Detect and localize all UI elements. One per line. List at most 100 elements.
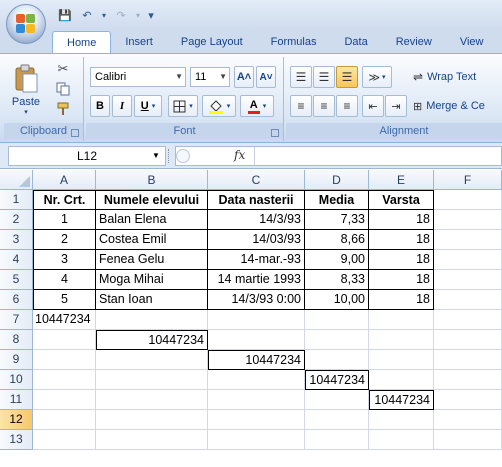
office-button[interactable]	[6, 4, 46, 44]
column-header-f[interactable]: F	[434, 170, 502, 190]
cell-f11[interactable]	[434, 390, 502, 410]
cell-c12[interactable]	[208, 410, 305, 430]
cell-e6[interactable]: 18	[369, 290, 434, 310]
row-header-10[interactable]: 10	[0, 370, 33, 390]
cell-e2[interactable]: 18	[369, 210, 434, 230]
merge-center-button[interactable]: ⊞ Merge & Ce	[412, 95, 502, 117]
cell-c7[interactable]	[208, 310, 305, 330]
cell-e8[interactable]	[369, 330, 434, 350]
cell-e5[interactable]: 18	[369, 270, 434, 290]
cell-c4[interactable]: 14-mar.-93	[208, 250, 305, 270]
cell-f12[interactable]	[434, 410, 502, 430]
row-header-13[interactable]: 13	[0, 430, 33, 450]
cell-a10[interactable]	[33, 370, 96, 390]
row-header-2[interactable]: 2	[0, 210, 33, 230]
cell-c3[interactable]: 14/03/93	[208, 230, 305, 250]
copy-button[interactable]	[52, 79, 74, 99]
cell-b4[interactable]: Fenea Gelu	[96, 250, 208, 270]
grow-font-button[interactable]: A˄	[234, 66, 254, 88]
cell-d11[interactable]	[305, 390, 369, 410]
cell-e13[interactable]	[369, 430, 434, 450]
column-header-d[interactable]: D	[305, 170, 369, 190]
row-header-7[interactable]: 7	[0, 310, 33, 330]
cell-a4[interactable]: 3	[33, 250, 96, 270]
column-header-b[interactable]: B	[96, 170, 208, 190]
cell-c11[interactable]	[208, 390, 305, 410]
cell-d1[interactable]: Media	[305, 190, 369, 210]
cell-f1[interactable]	[434, 190, 502, 210]
cell-b12[interactable]	[96, 410, 208, 430]
cell-a3[interactable]: 2	[33, 230, 96, 250]
cell-f8[interactable]	[434, 330, 502, 350]
cell-a11[interactable]	[33, 390, 96, 410]
cell-b7[interactable]	[96, 310, 208, 330]
cell-f9[interactable]	[434, 350, 502, 370]
redo-icon[interactable]: ↷	[112, 7, 130, 23]
tab-formulas[interactable]: Formulas	[257, 31, 331, 53]
cell-b11[interactable]	[96, 390, 208, 410]
align-left-button[interactable]: ≡	[290, 95, 312, 117]
cell-e10[interactable]	[369, 370, 434, 390]
cell-a6[interactable]: 5	[33, 290, 96, 310]
cell-f3[interactable]	[434, 230, 502, 250]
tab-insert[interactable]: Insert	[111, 31, 167, 53]
borders-button[interactable]: ▾	[168, 95, 198, 117]
row-header-11[interactable]: 11	[0, 390, 33, 410]
row-header-6[interactable]: 6	[0, 290, 33, 310]
cell-a8[interactable]	[33, 330, 96, 350]
cell-b5[interactable]: Moga Mihai	[96, 270, 208, 290]
clipboard-launcher-icon[interactable]	[71, 129, 79, 137]
cell-b13[interactable]	[96, 430, 208, 450]
cell-d9[interactable]	[305, 350, 369, 370]
cell-e11[interactable]: 10447234	[369, 390, 434, 410]
save-icon[interactable]: 💾	[56, 7, 74, 23]
font-color-button[interactable]: A ▾	[240, 95, 274, 117]
cell-c2[interactable]: 14/3/93	[208, 210, 305, 230]
row-header-5[interactable]: 5	[0, 270, 33, 290]
cell-f4[interactable]	[434, 250, 502, 270]
cell-f7[interactable]	[434, 310, 502, 330]
name-box-dropdown-icon[interactable]: ▼	[152, 146, 164, 166]
wrap-text-button[interactable]: ⇌ Wrap Text	[412, 66, 502, 88]
cell-c8[interactable]	[208, 330, 305, 350]
cell-d7[interactable]	[305, 310, 369, 330]
row-header-3[interactable]: 3	[0, 230, 33, 250]
underline-button[interactable]: U ▾	[134, 95, 162, 117]
row-header-4[interactable]: 4	[0, 250, 33, 270]
cell-d2[interactable]: 7,33	[305, 210, 369, 230]
cell-e7[interactable]	[369, 310, 434, 330]
cell-c13[interactable]	[208, 430, 305, 450]
row-header-12[interactable]: 12	[0, 410, 33, 430]
column-header-e[interactable]: E	[369, 170, 434, 190]
cell-d10[interactable]: 10447234	[305, 370, 369, 390]
cell-e4[interactable]: 18	[369, 250, 434, 270]
redo-dropdown-icon[interactable]: ▾	[134, 7, 142, 23]
cell-a7[interactable]: 10447234	[33, 310, 96, 330]
align-bottom-button[interactable]: ☰	[336, 66, 358, 88]
cell-d3[interactable]: 8,66	[305, 230, 369, 250]
cell-e1[interactable]: Varsta	[369, 190, 434, 210]
italic-button[interactable]: I	[112, 95, 132, 117]
cell-a5[interactable]: 4	[33, 270, 96, 290]
font-size-combo[interactable]: 11 ▼	[190, 67, 230, 87]
cell-c9[interactable]: 10447234	[208, 350, 305, 370]
cell-c5[interactable]: 14 martie 1993	[208, 270, 305, 290]
font-name-combo[interactable]: Calibri ▼	[90, 67, 186, 87]
customize-qat-icon[interactable]: ▾	[146, 7, 156, 23]
bold-button[interactable]: B	[90, 95, 110, 117]
fill-color-button[interactable]: ▾	[202, 95, 236, 117]
cell-b3[interactable]: Costea Emil	[96, 230, 208, 250]
orientation-button[interactable]: ≫ ▾	[362, 66, 392, 88]
align-top-button[interactable]: ☰	[290, 66, 312, 88]
cut-button[interactable]: ✂	[52, 59, 74, 79]
cell-d6[interactable]: 10,00	[305, 290, 369, 310]
tab-review[interactable]: Review	[382, 31, 446, 53]
cell-b8[interactable]: 10447234	[96, 330, 208, 350]
cell-a13[interactable]	[33, 430, 96, 450]
row-header-1[interactable]: 1	[0, 190, 33, 210]
cell-e3[interactable]: 18	[369, 230, 434, 250]
cell-f13[interactable]	[434, 430, 502, 450]
align-center-button[interactable]: ≡	[313, 95, 335, 117]
decrease-indent-button[interactable]: ⇤	[362, 95, 384, 117]
cell-b1[interactable]: Numele elevului	[96, 190, 208, 210]
